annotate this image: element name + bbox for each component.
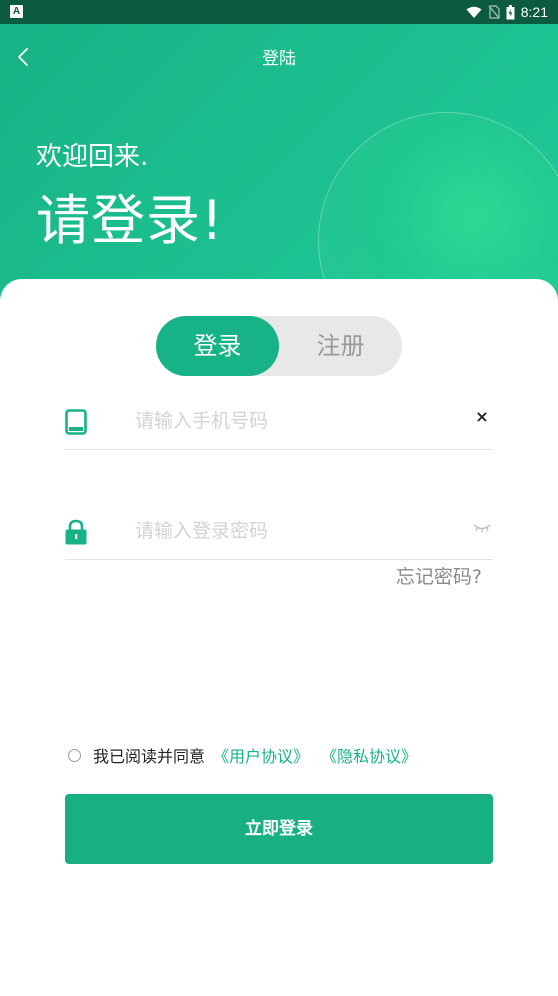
close-icon[interactable]: × xyxy=(475,409,489,425)
tab-register[interactable]: 注册 xyxy=(279,316,402,376)
welcome-text: 欢迎回来. xyxy=(36,142,149,172)
login-submit-button[interactable]: 立即登录 xyxy=(65,794,493,864)
no-sim-icon xyxy=(488,5,500,19)
tablet-icon xyxy=(65,409,87,435)
password-field xyxy=(65,506,493,560)
battery-icon xyxy=(506,4,515,19)
phone-input[interactable] xyxy=(135,406,445,436)
eye-closed-icon[interactable] xyxy=(473,522,491,534)
status-time: 8:21 xyxy=(520,4,548,20)
agreement-radio[interactable] xyxy=(68,748,81,762)
agreement-row: 我已阅读并同意 《用户协议》 《隐私协议》 xyxy=(68,743,429,767)
phone-field: × xyxy=(65,396,493,450)
user-agreement-link[interactable]: 《用户协议》 xyxy=(213,743,309,767)
status-bar: A 8:21 xyxy=(0,0,558,24)
lock-icon xyxy=(65,519,87,545)
privacy-policy-link[interactable]: 《隐私协议》 xyxy=(321,743,417,767)
login-card: 登录 注册 × 忘记密码? 我已阅读并同意 《用户协议》 《隐私协议》 xyxy=(0,279,558,996)
forgot-password-link[interactable]: 忘记密码? xyxy=(396,562,482,589)
login-headline: 请登录! xyxy=(36,189,224,252)
tab-login[interactable]: 登录 xyxy=(156,316,279,376)
page-title: 登陆 xyxy=(262,49,296,69)
login-register-toggle: 登录 注册 xyxy=(156,316,402,376)
password-input[interactable] xyxy=(135,516,445,546)
app-notification-icon: A xyxy=(10,5,23,18)
agreement-text: 我已阅读并同意 xyxy=(93,747,206,766)
wifi-icon xyxy=(466,6,482,18)
status-indicators: 8:21 xyxy=(466,0,548,24)
